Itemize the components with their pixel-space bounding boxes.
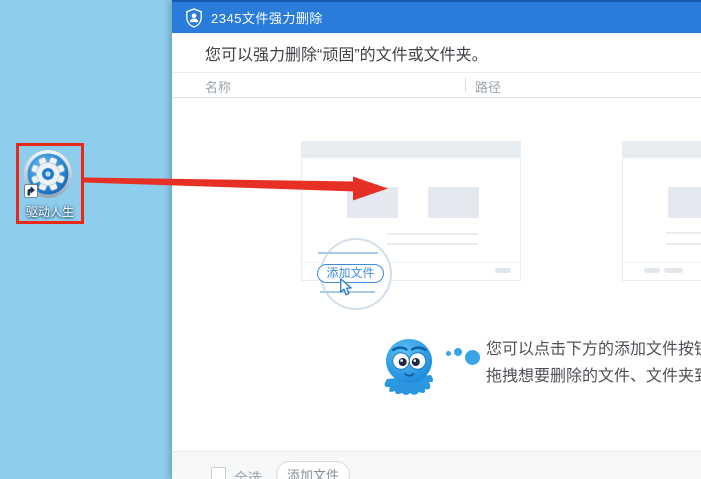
placeholder-card-header [623,142,701,158]
placeholder-card [622,141,701,281]
callout-line [318,252,378,254]
driver-app-icon[interactable] [23,149,73,199]
placeholder-block [668,187,701,218]
table-header: 名称 路径 [172,73,701,98]
column-header-path: 路径 [475,80,502,95]
placeholder-block [347,187,398,218]
octopus-mascot [384,339,434,395]
select-all-checkbox[interactable] [211,467,226,479]
placeholder-line [666,243,701,245]
placeholder-block [428,187,479,218]
placeholder-line [387,233,478,235]
file-list-empty-state: 添加文件 您可以点击下方的添加文件按钮 拖拽想要删除的文件、文件夹到 [172,98,701,450]
footer-toolbar: 全选 添加文件 [172,451,701,479]
placeholder-line [666,232,701,234]
subtitle: 您可以强力删除“顽固”的文件或文件夹。 [172,33,701,73]
column-divider [465,77,466,92]
window-title: 2345文件强力删除 [211,11,323,26]
tip-text: 您可以点击下方的添加文件按钮 拖拽想要删除的文件、文件夹到 [486,336,701,390]
placeholder-card-header [302,142,520,158]
speech-dot [454,348,462,356]
select-all-label: 全选 [234,470,262,479]
desktop-icon-label: 驱动人生 [25,205,74,219]
shield-user-icon [186,7,202,28]
shortcut-arrow-badge [24,184,38,198]
placeholder-divider [623,262,701,263]
speech-dot [446,351,451,356]
tip-line-1: 您可以点击下方的添加文件按钮 [486,341,701,358]
app-window: 2345文件强力删除 您可以强力删除“顽固”的文件或文件夹。 名称 路径 添加文… [172,0,701,479]
titlebar[interactable]: 2345文件强力删除 [172,0,701,33]
column-header-name: 名称 [205,80,232,95]
desktop-screen: 驱动人生 2345文件强力删除 您可以强力删除“顽固”的文件或文件夹。 名称 路… [0,0,701,479]
placeholder-line [387,243,478,245]
cursor-icon [340,278,352,296]
placeholder-pill [664,268,683,273]
tip-line-2: 拖拽想要删除的文件、文件夹到 [486,368,701,385]
placeholder-pill [495,268,511,273]
add-file-button[interactable]: 添加文件 [276,461,350,479]
placeholder-pill [644,268,660,273]
speech-dot [465,350,480,365]
